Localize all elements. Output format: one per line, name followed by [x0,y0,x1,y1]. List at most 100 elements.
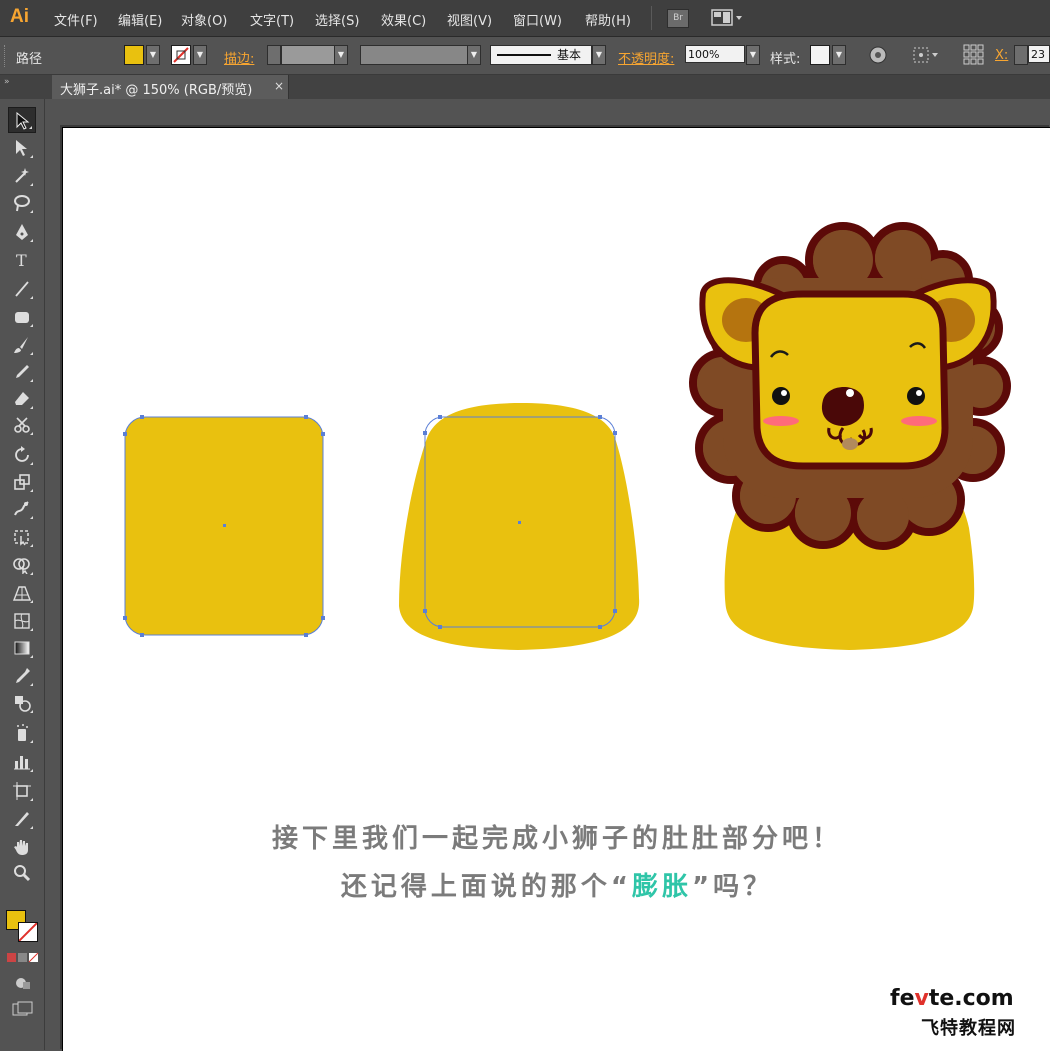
graphic-style-swatch[interactable] [810,45,830,65]
eyedropper-tool[interactable] [8,663,36,689]
stroke-weight-field[interactable] [281,45,335,65]
column-graph-tool[interactable] [8,749,36,775]
x-label[interactable]: X: [995,48,1008,63]
blend-tool[interactable] [8,690,36,716]
symbol-sprayer-icon [17,724,28,741]
shape-builder-tool[interactable] [8,552,36,578]
menu-effect[interactable]: 效果(C) [381,10,426,29]
color-mode-buttons[interactable] [6,952,40,968]
zoom-tool[interactable] [8,860,36,886]
menu-window[interactable]: 窗口(W) [513,10,562,29]
rectangle-icon [15,312,29,323]
scissors-tool[interactable] [8,412,36,438]
close-tab-icon[interactable]: × [274,79,284,93]
perspective-grid-tool[interactable] [8,580,36,606]
hand-tool[interactable] [8,834,36,860]
none-icon [18,922,38,942]
lasso-tool[interactable] [8,190,36,216]
pen-tool[interactable] [8,219,36,245]
fill-dropdown[interactable]: ▼ [146,45,160,65]
collapse-icon[interactable]: » [4,77,10,87]
menu-select[interactable]: 选择(S) [315,10,359,29]
x-field[interactable]: 23 [1028,45,1050,63]
paintbrush-tool[interactable] [8,332,36,358]
rotate-tool[interactable] [8,442,36,468]
shape-builder-icon [13,558,30,574]
gradient-icon [14,641,30,655]
menu-separator [651,6,652,30]
scale-icon [14,474,30,490]
free-transform-tool[interactable] [8,524,36,550]
mesh-icon [14,613,30,629]
slice-tool[interactable] [8,806,36,832]
line-icon [15,281,29,297]
artboard[interactable]: 接下里我们一起完成小狮子的肚肚部分吧！ 还记得上面说的那个“膨胀”吗？ fevt… [62,127,1050,1051]
stroke-weight-dropdown[interactable]: ▼ [334,45,348,65]
app-logo: Ai [10,6,29,27]
menu-help[interactable]: 帮助(H) [585,10,631,29]
fill-stroke-widget[interactable] [6,910,40,944]
watermark-name: 飞特教程网 [921,1018,1016,1039]
fill-swatch[interactable] [124,45,144,65]
magic-wand-tool[interactable] [8,163,36,189]
caption-line-2: 还记得上面说的那个“膨胀”吗？ [63,866,1050,903]
perspective-grid-icon [13,586,31,601]
opacity-dropdown[interactable]: ▼ [746,45,760,65]
menu-file[interactable]: 文件(F) [54,10,98,29]
rounded-rectangle-shape[interactable] [123,415,325,637]
x-spinner[interactable] [1014,45,1028,65]
menu-type[interactable]: 文字(T) [250,10,294,29]
line-tool[interactable] [8,276,36,302]
opacity-field[interactable]: 100% [685,45,745,63]
scale-tool[interactable] [8,469,36,495]
direct-selection-tool[interactable] [8,135,36,161]
menu-object[interactable]: 对象(O) [181,10,227,29]
screen-mode-button[interactable] [12,1001,34,1021]
rotate-icon [15,446,29,462]
stroke-swatch[interactable] [171,45,191,65]
rectangle-tool[interactable] [8,304,36,330]
column-graph-icon [14,756,30,770]
hand-icon [14,840,28,855]
direct-selection-icon [16,140,27,156]
artboard-icon [13,782,31,800]
selection-tool[interactable] [8,107,36,133]
slice-icon [15,812,29,826]
variable-width-dropdown[interactable]: ▼ [467,45,481,65]
menu-edit[interactable]: 编辑(E) [118,10,162,29]
menu-view[interactable]: 视图(V) [447,10,492,29]
graphic-style-dropdown[interactable]: ▼ [832,45,846,65]
stroke-weight-spinner[interactable] [267,45,281,65]
bridge-button[interactable]: Br [667,9,689,28]
recolor-artwork-button[interactable] [868,45,888,69]
arrange-documents-button[interactable] [711,9,745,27]
stroke-preview-line [497,54,551,56]
mesh-tool[interactable] [8,608,36,634]
lion-illustration[interactable] [689,222,1011,650]
stroke-dropdown[interactable]: ▼ [193,45,207,65]
document-tab[interactable]: 大狮子.ai* @ 150% (RGB/预览) × [52,75,289,99]
gradient-tool[interactable] [8,635,36,661]
isolate-button[interactable] [912,45,942,69]
pencil-tool[interactable] [8,359,36,385]
brush-definition-field[interactable]: 基本 [490,45,592,65]
caption-line-1: 接下里我们一起完成小狮子的肚肚部分吧！ [271,824,842,854]
type-tool[interactable]: T [8,247,36,273]
color-wheel-icon [869,46,887,64]
variable-width-profile[interactable] [360,45,470,65]
eraser-tool[interactable] [8,386,36,412]
stroke-weight-label[interactable]: 描边: [224,48,254,67]
watermark-site-v: v [914,986,929,1011]
align-button[interactable] [962,43,986,71]
panel-grip[interactable] [4,45,8,67]
pen-icon [16,224,28,240]
inflated-shape[interactable] [399,403,640,650]
opacity-label[interactable]: 不透明度: [618,48,674,67]
symbol-sprayer-tool[interactable] [8,720,36,746]
drawing-mode-button[interactable] [14,975,32,995]
stroke-color-box[interactable] [18,922,38,942]
artboard-tool[interactable] [8,778,36,804]
document-tab-bar: » 大狮子.ai* @ 150% (RGB/预览) × [0,75,1050,99]
warp-tool[interactable] [8,496,36,522]
brush-definition-dropdown[interactable]: ▼ [592,45,606,65]
